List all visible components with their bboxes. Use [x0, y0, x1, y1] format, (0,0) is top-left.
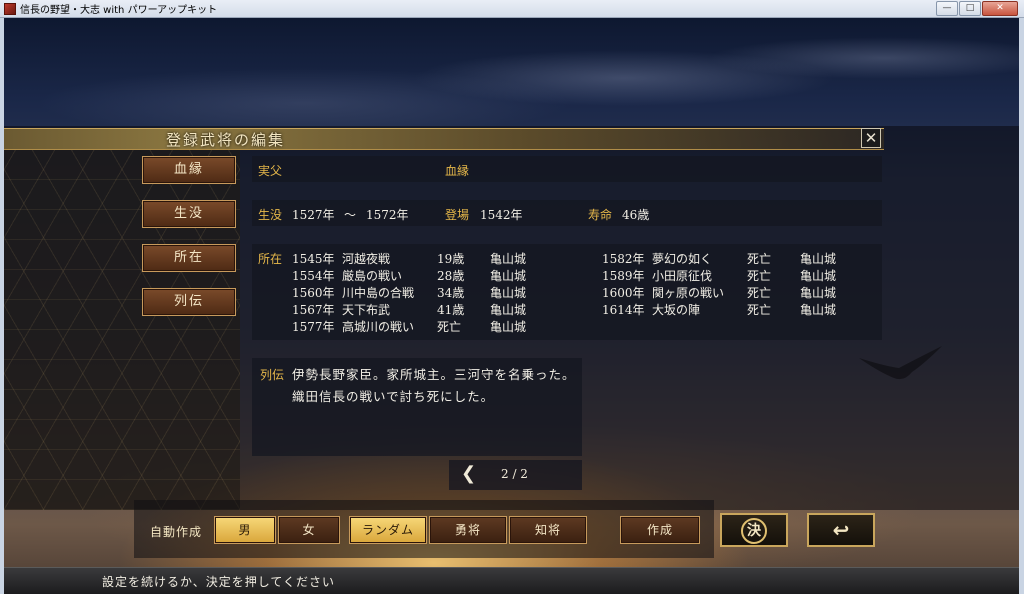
location-age: 34歳: [437, 286, 465, 300]
location-castle: 亀山城: [490, 269, 527, 283]
pager: ❮ 2 / 2: [449, 460, 582, 490]
life-label: 生没: [258, 208, 283, 222]
window-controls: — □ ✕: [936, 1, 1018, 16]
location-label: 所在: [258, 252, 283, 266]
back-arrow-icon: ↩: [832, 518, 850, 542]
location-event: 夢幻の如く: [652, 252, 713, 266]
nav-biography-button[interactable]: 列伝: [142, 288, 236, 316]
location-event: 関ヶ原の戦い: [652, 286, 725, 300]
panel-header: [4, 128, 884, 150]
location-age: 死亡: [747, 303, 772, 317]
lifespan-label: 寿命: [588, 208, 613, 222]
nav-kin-button[interactable]: 血縁: [142, 156, 236, 184]
decide-button[interactable]: 決: [720, 513, 788, 547]
location-event: 厳島の戦い: [342, 269, 403, 283]
status-bar: 設定を続けるか、決定を押してください: [4, 567, 1019, 594]
debut-year[interactable]: 1542年: [480, 206, 523, 223]
location-event: 高城川の戦い: [342, 320, 415, 334]
father-label: 実父: [258, 164, 283, 178]
biography-text: 伊勢長野家臣。家所城主。三河守を名乗った。織田信長の戦いで討ち死にした。: [292, 367, 576, 404]
location-year: 1554年: [292, 269, 335, 283]
nav-life-button[interactable]: 生没: [142, 200, 236, 228]
birth-year[interactable]: 1527年: [292, 206, 335, 223]
debut-label: 登場: [445, 208, 470, 222]
maximize-button[interactable]: □: [959, 1, 981, 16]
decide-icon: 決: [741, 518, 767, 544]
pager-text: 2 / 2: [501, 467, 528, 481]
location-age: 41歳: [437, 303, 465, 317]
minimize-button[interactable]: —: [936, 1, 958, 16]
pager-prev-icon[interactable]: ❮: [461, 463, 476, 484]
panel-close-button[interactable]: ✕: [861, 128, 881, 148]
window-frame-right: [1019, 18, 1024, 594]
sky-background: [4, 18, 1019, 128]
location-year: 1589年: [602, 269, 645, 283]
location-age: 28歳: [437, 269, 465, 283]
location-castle: 亀山城: [490, 286, 527, 300]
location-castle: 亀山城: [800, 269, 837, 283]
status-message: 設定を続けるか、決定を押してください: [102, 575, 336, 589]
death-year[interactable]: 1572年: [366, 206, 409, 223]
location-age: 死亡: [437, 320, 462, 334]
nav-location-button[interactable]: 所在: [142, 244, 236, 272]
location-year: 1614年: [602, 303, 645, 317]
game-screen: 登録武将の編集 ✕ 血縁 生没 所在 列伝 実父 血縁 生没 1527年 〜 1…: [4, 18, 1019, 594]
biography-label: 列伝: [260, 368, 285, 382]
location-age: 死亡: [747, 252, 772, 266]
location-year: 1600年: [602, 286, 645, 300]
type-warrior-button[interactable]: 勇将: [429, 516, 507, 544]
location-year: 1560年: [292, 286, 335, 300]
location-castle: 亀山城: [800, 303, 837, 317]
location-row: 所在 1545年 河越夜戦 19歳 亀山城 1554年 厳島の戦い 28歳 亀山…: [252, 244, 882, 340]
type-random-button[interactable]: ランダム: [349, 516, 427, 544]
location-castle: 亀山城: [490, 252, 527, 266]
location-year: 1577年: [292, 320, 335, 334]
location-age: 死亡: [747, 286, 772, 300]
location-castle: 亀山城: [800, 286, 837, 300]
app-icon: [4, 2, 16, 15]
gender-male-button[interactable]: 男: [214, 516, 276, 544]
location-castle: 亀山城: [800, 252, 837, 266]
location-year: 1545年: [292, 252, 335, 266]
window-titlebar: 信長の野望・大志 with パワーアップキット — □ ✕: [0, 0, 1024, 18]
lifespan-value: 46歳: [622, 208, 650, 222]
create-button[interactable]: 作成: [620, 516, 700, 544]
panel-title: 登録武将の編集: [166, 131, 286, 149]
back-button[interactable]: ↩: [807, 513, 875, 547]
location-age: 死亡: [747, 269, 772, 283]
location-event: 天下布武: [342, 303, 391, 317]
location-year: 1582年: [602, 252, 645, 266]
location-event: 小田原征伐: [652, 269, 713, 283]
life-tilde: 〜: [344, 208, 357, 222]
location-event: 大坂の陣: [652, 303, 701, 317]
biography-box[interactable]: 列伝 伊勢長野家臣。家所城主。三河守を名乗った。織田信長の戦いで討ち死にした。: [252, 358, 582, 456]
type-strategist-button[interactable]: 知将: [509, 516, 587, 544]
life-row: 生没 1527年 〜 1572年 登場 1542年 寿命 46歳: [252, 200, 882, 226]
location-year: 1567年: [292, 303, 335, 317]
kin-label: 血縁: [445, 164, 470, 178]
window-title: 信長の野望・大志 with パワーアップキット: [20, 5, 218, 16]
location-event: 川中島の合戦: [342, 286, 415, 300]
location-event: 河越夜戦: [342, 252, 391, 266]
window-close-button[interactable]: ✕: [982, 1, 1018, 16]
location-castle: 亀山城: [490, 303, 527, 317]
location-castle: 亀山城: [490, 320, 527, 334]
location-age: 19歳: [437, 252, 465, 266]
kin-row: 実父 血縁: [252, 156, 882, 182]
auto-create-label: 自動作成: [150, 525, 203, 539]
gender-female-button[interactable]: 女: [278, 516, 340, 544]
